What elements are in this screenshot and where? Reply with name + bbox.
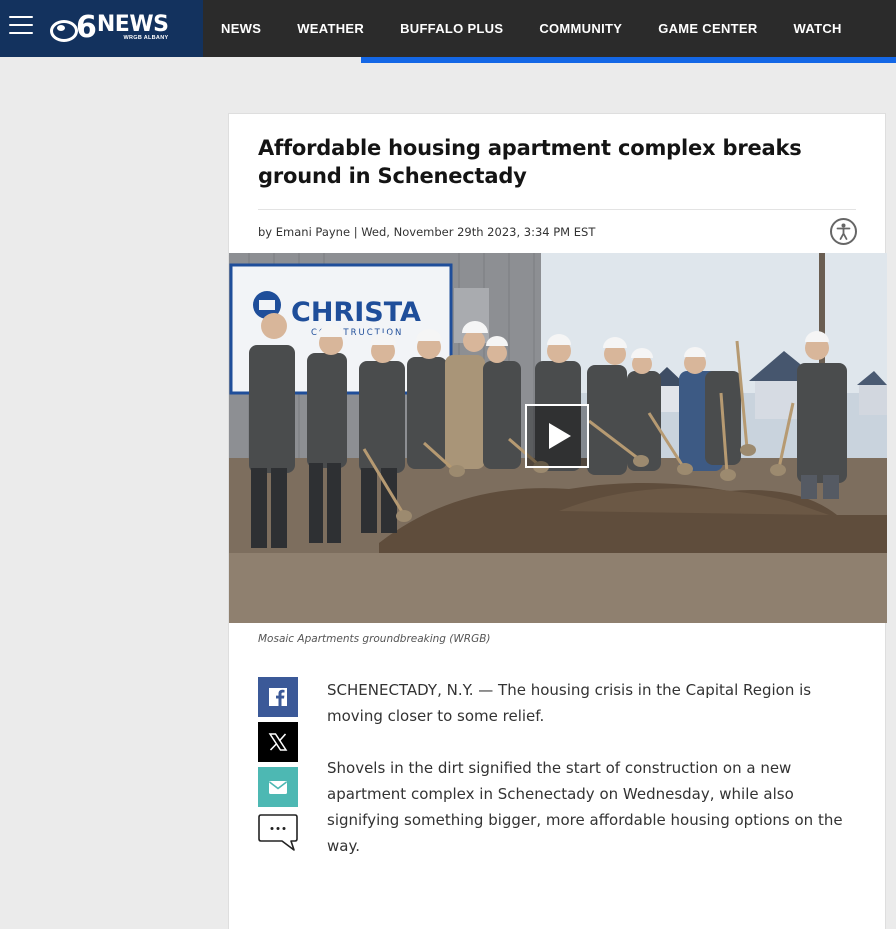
article-paragraph: SCHENECTADY, N.Y. — The housing crisis i…: [327, 681, 812, 725]
logo-text: NEWS: [96, 11, 169, 37]
main-nav: NEWS WEATHER BUFFALO PLUS COMMUNITY GAME…: [221, 0, 878, 57]
article-card: Affordable housing apartment complex bre…: [228, 113, 887, 929]
nav-weather[interactable]: WEATHER: [297, 21, 364, 36]
brand-area: 6 NEWS WRGB ALBANY: [0, 0, 203, 57]
nav-buffalo-plus[interactable]: BUFFALO PLUS: [400, 21, 503, 36]
image-caption: Mosaic Apartments groundbreaking (WRGB): [258, 633, 491, 645]
article-body: SCHENECTADY, N.Y. — The housing crisis i…: [327, 677, 857, 885]
accent-strip: [361, 57, 896, 63]
facebook-icon: [269, 688, 287, 706]
facebook-share-button[interactable]: [258, 677, 298, 717]
x-share-button[interactable]: [258, 722, 298, 762]
comment-icon: [258, 814, 298, 851]
video-player[interactable]: CHRISTA CONSTRUCTION: [229, 253, 887, 623]
email-share-button[interactable]: [258, 767, 298, 807]
email-icon: [269, 781, 287, 794]
accessibility-icon[interactable]: [830, 218, 857, 245]
headline-divider: [258, 209, 856, 210]
nav-community[interactable]: COMMUNITY: [539, 21, 622, 36]
play-button[interactable]: [525, 404, 589, 468]
logo-number: 6: [76, 10, 97, 45]
nav-news[interactable]: NEWS: [221, 21, 261, 36]
article-paragraph: Shovels in the dirt signified the start …: [327, 759, 843, 855]
article-headline: Affordable housing apartment complex bre…: [258, 136, 802, 188]
logo-subtext: WRGB ALBANY: [123, 34, 169, 41]
top-navigation-bar: 6 NEWS WRGB ALBANY NEWS WEATHER BUFFALO …: [0, 0, 896, 57]
site-logo[interactable]: 6 NEWS WRGB ALBANY: [50, 10, 169, 45]
x-icon: [268, 733, 288, 751]
sign-text: CHRISTA: [291, 297, 421, 328]
hamburger-icon[interactable]: [9, 16, 33, 36]
article-byline: by Emani Payne | Wed, November 29th 2023…: [258, 225, 596, 239]
cbs-eye-icon: [50, 17, 78, 42]
comment-button[interactable]: [258, 812, 298, 852]
play-icon: [549, 423, 571, 449]
nav-watch[interactable]: WATCH: [794, 21, 842, 36]
nav-game-center[interactable]: GAME CENTER: [658, 21, 757, 36]
